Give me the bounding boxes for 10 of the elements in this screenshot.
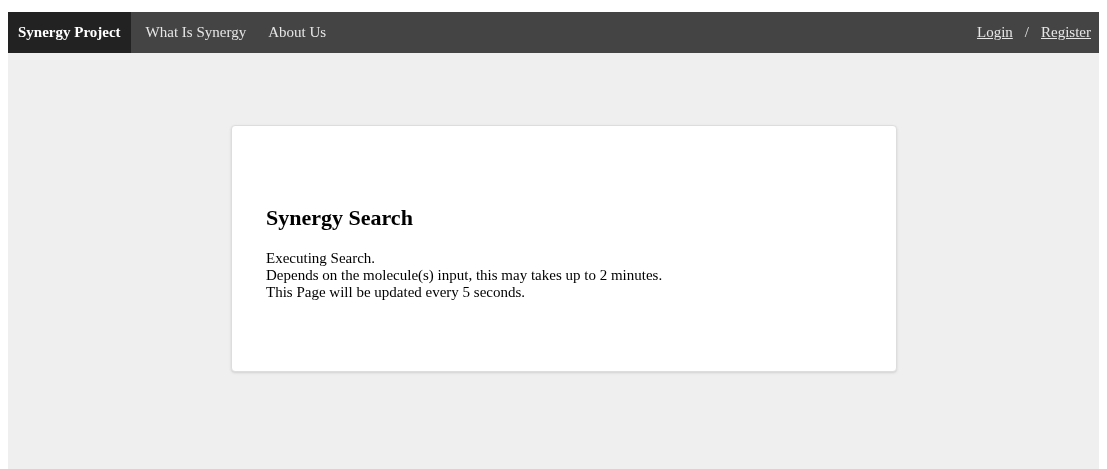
nav-link[interactable]: About Us xyxy=(268,21,327,44)
status-text: Executing Search. xyxy=(266,249,377,267)
login-link[interactable]: Login xyxy=(977,21,1013,44)
card-title: Synergy Search xyxy=(266,204,414,232)
register-link[interactable]: Register xyxy=(1041,21,1091,44)
status-text: This Page will be updated every 5 seconds. xyxy=(266,283,527,301)
separator: / xyxy=(1024,23,1029,43)
nav-link[interactable]: What Is Synergy xyxy=(145,21,247,44)
status-text: Depends on the molecule(s) input, this may takes up to 2 minutes. xyxy=(266,266,664,284)
brand-link[interactable]: Synergy Project xyxy=(8,12,131,53)
